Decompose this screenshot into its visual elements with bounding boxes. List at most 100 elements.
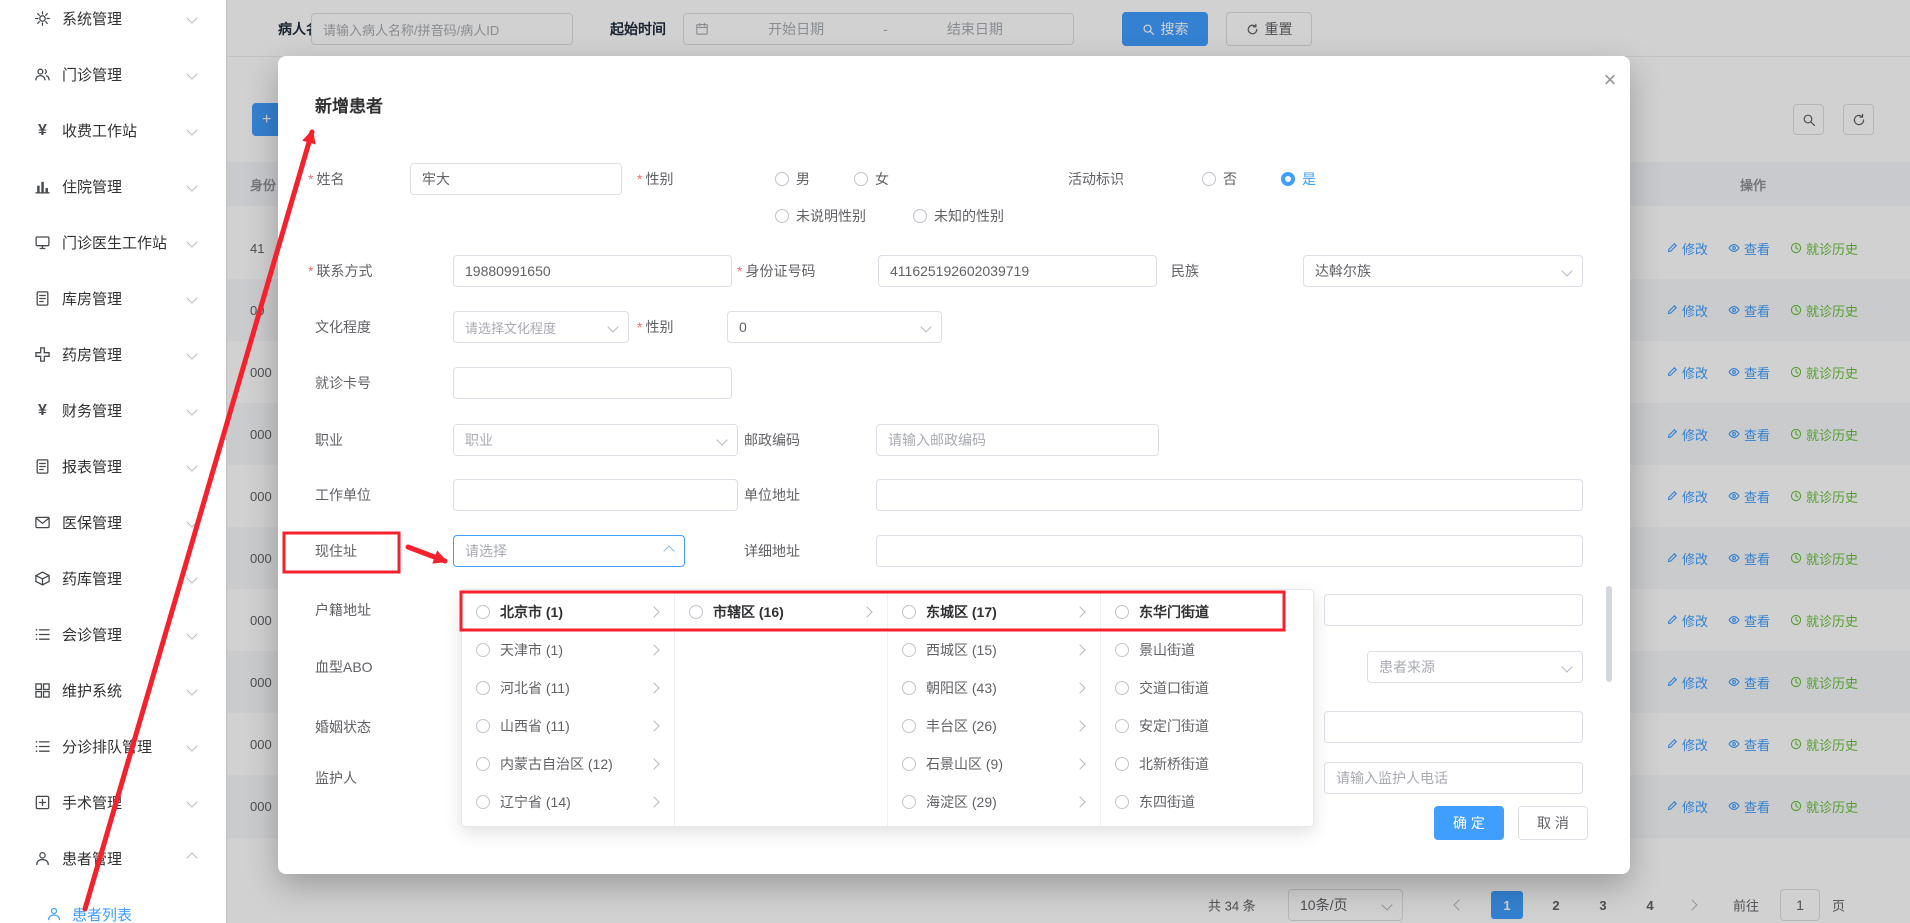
cascader-street-option[interactable]: 东华门街道 <box>1101 593 1313 631</box>
chevron-right-icon <box>648 644 659 655</box>
modal-scrollbar[interactable] <box>1606 586 1612 682</box>
chevron-up-icon <box>663 545 674 556</box>
cascader-option-label: 天津市 (1) <box>500 640 563 660</box>
cascader-district-option[interactable]: 东城区 (17) <box>888 593 1100 631</box>
radio-icon <box>902 681 916 695</box>
sidebar-item-inpatient[interactable]: 住院管理 <box>0 158 226 214</box>
cascader-option-label: 石景山区 (9) <box>926 754 1003 774</box>
cascader-district-option[interactable]: 丰台区 (26) <box>888 707 1100 745</box>
unitaddr-label: 单位地址 <box>744 485 800 505</box>
chevron-down-icon <box>716 434 727 445</box>
gender-option-male[interactable]: 男 <box>775 169 810 189</box>
medical-cross-icon <box>34 346 51 363</box>
chevron-down-icon <box>1561 265 1572 276</box>
workunit-input[interactable] <box>453 479 738 511</box>
sidebar-item-patient-mgmt[interactable]: 患者管理 <box>0 830 226 886</box>
cascader-district-option[interactable]: 西城区 (15) <box>888 631 1100 669</box>
cascader-city-option[interactable]: 市辖区 (16) <box>675 593 887 631</box>
cascader-street-option[interactable]: 景山街道 <box>1101 631 1313 669</box>
sidebar-item-triage-queue[interactable]: 分诊排队管理 <box>0 718 226 774</box>
sidebar-item-consultation[interactable]: 会诊管理 <box>0 606 226 662</box>
gender2-select[interactable]: 0 <box>727 311 942 343</box>
gender-option-unknown[interactable]: 未知的性别 <box>913 206 1004 226</box>
cascader-district-option[interactable]: 海淀区 (29) <box>888 783 1100 821</box>
users-icon <box>34 66 51 83</box>
sidebar-item-label: 系统管理 <box>62 8 122 29</box>
guardian-phone-input[interactable]: 请输入监护人电话 <box>1324 762 1583 794</box>
close-icon[interactable]: × <box>1596 66 1624 94</box>
curaddr-placeholder: 请选择 <box>465 541 507 561</box>
sidebar-item-doctor-workstation[interactable]: 门诊医生工作站 <box>0 214 226 270</box>
active-option-yes[interactable]: 是 <box>1281 169 1316 189</box>
detailaddr-input[interactable] <box>876 535 1583 567</box>
cascader-option-label: 交道口街道 <box>1139 678 1209 698</box>
education-select[interactable]: 请选择文化程度 <box>453 311 629 343</box>
sidebar-item-maintenance[interactable]: 维护系统 <box>0 662 226 718</box>
cascader-province-option[interactable]: 内蒙古自治区 (12) <box>462 745 674 783</box>
idcard-input[interactable]: 411625192602039719 <box>878 255 1157 287</box>
patient-source-select[interactable]: 患者来源 <box>1367 651 1583 683</box>
regaddr-input[interactable] <box>1324 594 1583 626</box>
sidebar-item-patient-list[interactable]: 患者列表 <box>0 889 226 923</box>
gender-option-female[interactable]: 女 <box>854 169 889 189</box>
cascader-province-option[interactable]: 天津市 (1) <box>462 631 674 669</box>
cascader-province-option[interactable]: 北京市 (1) <box>462 593 674 631</box>
cascader-street-option[interactable]: 东四街道 <box>1101 783 1313 821</box>
sidebar-item-pharmacy[interactable]: 药房管理 <box>0 326 226 382</box>
monitor-icon <box>34 234 51 251</box>
chevron-down-icon <box>607 321 618 332</box>
cascader-street-option[interactable]: 交道口街道 <box>1101 669 1313 707</box>
ethnicity-select[interactable]: 达斡尔族 <box>1303 255 1583 287</box>
confirm-button[interactable]: 确 定 <box>1434 806 1504 840</box>
card-input[interactable] <box>453 367 732 399</box>
radio-label: 未说明性别 <box>796 206 866 226</box>
gender2-value: 0 <box>739 319 747 335</box>
sidebar-item-reports[interactable]: 报表管理 <box>0 438 226 494</box>
sidebar-item-drug-storage[interactable]: 药库管理 <box>0 550 226 606</box>
cancel-button[interactable]: 取 消 <box>1518 806 1588 840</box>
postal-label: 邮政编码 <box>744 430 800 450</box>
cascader-street-option[interactable]: 北新桥街道 <box>1101 745 1313 783</box>
radio-icon <box>775 209 789 223</box>
radio-icon <box>476 795 490 809</box>
sidebar-item-finance[interactable]: ¥ 财务管理 <box>0 382 226 438</box>
marital-input[interactable] <box>1324 711 1583 743</box>
required-mark: * <box>637 319 642 335</box>
chevron-down-icon <box>920 321 931 332</box>
sidebar: 系统管理 门诊管理 ¥ 收费工作站 住院管理 门诊医生工作站 库房管理 <box>0 0 227 923</box>
sidebar-item-label: 财务管理 <box>62 400 122 421</box>
queue-list-icon <box>34 738 51 755</box>
gender2-label-text: 性别 <box>645 319 673 335</box>
sidebar-item-warehouse[interactable]: 库房管理 <box>0 270 226 326</box>
chevron-down-icon <box>186 404 197 415</box>
cascader-district-option[interactable]: 朝阳区 (43) <box>888 669 1100 707</box>
cascader-street-option[interactable]: 安定门街道 <box>1101 707 1313 745</box>
cascader-province-option[interactable]: 河北省 (11) <box>462 669 674 707</box>
radio-icon <box>1115 719 1129 733</box>
sidebar-item-outpatient[interactable]: 门诊管理 <box>0 46 226 102</box>
name-input[interactable]: 牢大 <box>410 163 622 195</box>
cascader-district-option[interactable]: 石景山区 (9) <box>888 745 1100 783</box>
radio-icon <box>775 172 789 186</box>
sidebar-item-insurance[interactable]: 医保管理 <box>0 494 226 550</box>
sidebar-item-system[interactable]: 系统管理 <box>0 0 226 46</box>
chevron-down-icon <box>186 796 197 807</box>
postal-input[interactable]: 请输入邮政编码 <box>876 424 1159 456</box>
sidebar-item-label: 医保管理 <box>62 512 122 533</box>
contact-input[interactable]: 19880991650 <box>453 255 732 287</box>
gender-option-unstated[interactable]: 未说明性别 <box>775 206 866 226</box>
sidebar-item-charging[interactable]: ¥ 收费工作站 <box>0 102 226 158</box>
radio-icon <box>476 605 490 619</box>
occupation-select[interactable]: 职业 <box>453 424 738 456</box>
sidebar-item-surgery[interactable]: 手术管理 <box>0 774 226 830</box>
name-label: *姓名 <box>308 169 344 189</box>
active-option-no[interactable]: 否 <box>1202 169 1237 189</box>
cascader-province-option[interactable]: 山西省 (11) <box>462 707 674 745</box>
chevron-right-icon <box>1074 720 1085 731</box>
chevron-up-icon <box>186 852 197 863</box>
curaddr-cascader-select[interactable]: 请选择 <box>453 535 685 567</box>
cascader-province-option[interactable]: 辽宁省 (14) <box>462 783 674 821</box>
unitaddr-input[interactable] <box>876 479 1583 511</box>
radio-icon <box>476 719 490 733</box>
chevron-right-icon <box>1074 644 1085 655</box>
